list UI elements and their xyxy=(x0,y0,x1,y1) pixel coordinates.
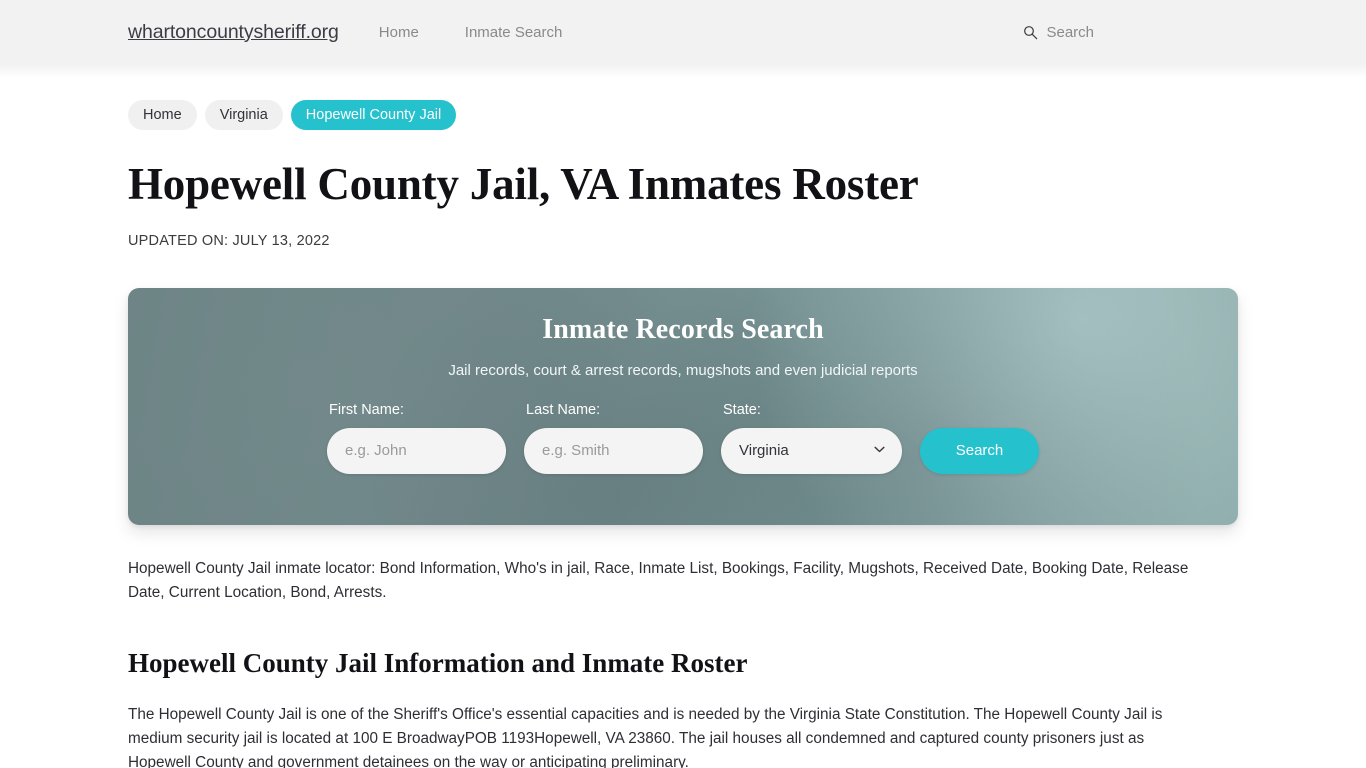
page-title: Hopewell County Jail, VA Inmates Roster xyxy=(128,159,919,209)
section-paragraph: The Hopewell County Jail is one of the S… xyxy=(128,705,1163,768)
last-name-label: Last Name: xyxy=(526,401,601,418)
breadcrumb-item-home[interactable]: Home xyxy=(128,100,197,130)
search-card-subtitle: Jail records, court & arrest records, mu… xyxy=(448,361,918,379)
first-name-label: First Name: xyxy=(329,401,404,418)
breadcrumb-item-current: Hopewell County Jail xyxy=(290,100,457,130)
page-content: Home Virginia Hopewell County Jail Hopew… xyxy=(0,100,1366,768)
last-name-input[interactable] xyxy=(524,427,703,474)
inmate-records-search-card: Inmate Records Search Jail records, cour… xyxy=(128,287,1238,525)
first-name-input[interactable] xyxy=(327,427,506,474)
nav-link-home[interactable]: Home xyxy=(379,24,419,41)
inmate-search-form: First Name: Last Name: State: Virginia xyxy=(128,402,1238,474)
last-name-field-group: Last Name: xyxy=(524,402,703,474)
search-submit-button[interactable]: Search xyxy=(920,427,1039,474)
breadcrumb: Home Virginia Hopewell County Jail xyxy=(128,100,1238,130)
site-logo[interactable]: whartoncountysheriff.org xyxy=(128,21,339,44)
search-icon xyxy=(1024,25,1038,39)
breadcrumb-item-virginia[interactable]: Virginia xyxy=(204,100,283,130)
site-header: whartoncountysheriff.org Home Inmate Sea… xyxy=(0,0,1366,78)
main-navigation: Home Inmate Search xyxy=(379,24,563,41)
state-select[interactable]: Virginia xyxy=(721,427,902,474)
header-search[interactable]: Search xyxy=(1023,24,1238,41)
search-card-title: Inmate Records Search xyxy=(542,313,824,345)
state-select-wrap: Virginia xyxy=(721,427,902,474)
state-label: State: xyxy=(723,401,761,418)
intro-paragraph: Hopewell County Jail inmate locator: Bon… xyxy=(128,559,1189,601)
header-inner: whartoncountysheriff.org Home Inmate Sea… xyxy=(0,0,1366,64)
nav-link-inmate-search[interactable]: Inmate Search xyxy=(465,24,563,41)
section-heading: Hopewell County Jail Information and Inm… xyxy=(128,647,748,678)
first-name-field-group: First Name: xyxy=(327,402,506,474)
state-field-group: State: Virginia xyxy=(721,402,902,474)
updated-on-text: UPDATED ON: JULY 13, 2022 xyxy=(128,232,330,249)
header-search-label: Search xyxy=(1046,23,1094,41)
